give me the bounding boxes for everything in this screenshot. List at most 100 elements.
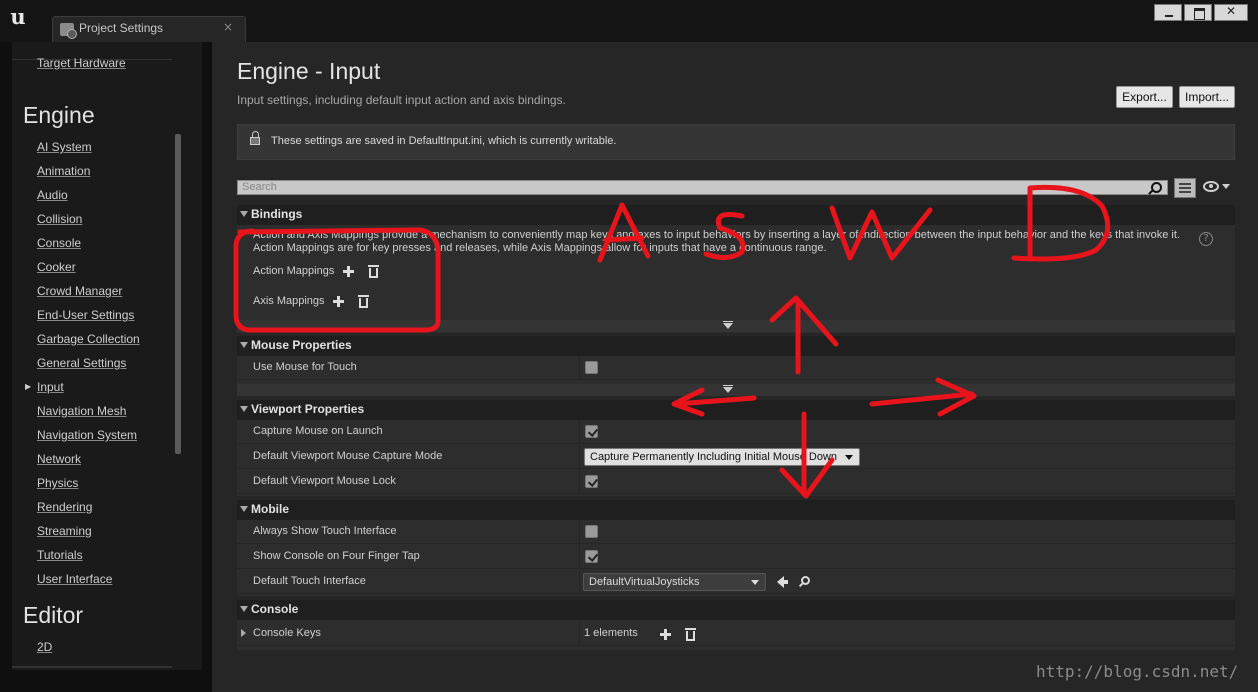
sidebar-item-cooker[interactable]: Cooker — [37, 260, 76, 274]
tab-close-icon[interactable]: × — [223, 20, 233, 34]
bindings-description: Action and Axis Mappings provide a mecha… — [253, 229, 1180, 254]
sidebar-heading-engine: Engine — [23, 102, 95, 128]
collapse-arrow-icon[interactable] — [240, 342, 248, 348]
category-bindings[interactable]: Bindings — [237, 205, 1235, 225]
sidebar-item-ai-system[interactable]: AI System — [37, 140, 92, 154]
category-title: Mobile — [251, 502, 289, 516]
selected-arrow-icon: ▶ — [25, 382, 32, 391]
column-splitter[interactable] — [579, 445, 580, 468]
maximize-button[interactable] — [1184, 4, 1212, 21]
property-row: Console Keys 1 elements — [237, 622, 1235, 646]
chevron-down-icon[interactable] — [1222, 184, 1230, 189]
search-input[interactable]: Search — [237, 180, 1168, 195]
eye-icon[interactable] — [1203, 181, 1219, 192]
sidebar-item-streaming[interactable]: Streaming — [37, 524, 92, 538]
sidebar-item-input[interactable]: Input — [37, 380, 64, 394]
delete-axis-mappings-icon[interactable] — [358, 295, 369, 308]
viewport-properties-body: Capture Mouse on Launch Default Viewport… — [237, 420, 1235, 496]
sidebar-item-tutorials[interactable]: Tutorials — [37, 548, 83, 562]
sidebar-item-navigation-system[interactable]: Navigation System — [37, 428, 137, 442]
help-icon[interactable]: ? — [1199, 232, 1213, 246]
sidebar-item-target-hardware[interactable]: Target Hardware — [37, 56, 126, 70]
tab-project-settings[interactable]: Project Settings × — [52, 16, 246, 42]
column-splitter[interactable] — [579, 356, 580, 379]
config-notice: These settings are saved in DefaultInput… — [237, 124, 1235, 160]
sidebar-item-animation[interactable]: Animation — [37, 164, 90, 178]
capture-mode-dropdown[interactable]: Capture Permanently Including Initial Mo… — [584, 448, 860, 466]
advanced-expand-bar[interactable] — [237, 320, 1235, 332]
sidebar-item-collision[interactable]: Collision — [37, 212, 82, 226]
column-splitter[interactable] — [579, 545, 580, 568]
close-button[interactable] — [1214, 4, 1248, 21]
category-viewport-properties[interactable]: Viewport Properties — [237, 400, 1235, 420]
column-splitter[interactable] — [579, 520, 580, 543]
always-show-touch-checkbox[interactable] — [585, 525, 598, 538]
import-button[interactable]: Import... — [1179, 86, 1235, 108]
sidebar-item-end-user-settings[interactable]: End-User Settings — [37, 308, 134, 322]
property-row: Show Console on Four Finger Tap — [237, 545, 1235, 569]
sidebar-item-physics[interactable]: Physics — [37, 476, 78, 490]
expand-advanced-icon[interactable] — [723, 321, 733, 329]
collapse-arrow-icon[interactable] — [240, 211, 248, 217]
expand-advanced-icon[interactable] — [723, 385, 733, 393]
chevron-down-icon — [751, 580, 759, 585]
mouse-properties-body: Use Mouse for Touch — [237, 356, 1235, 396]
advanced-expand-bar[interactable] — [237, 384, 1235, 396]
category-console[interactable]: Console — [237, 600, 1235, 620]
sidebar-item-navigation-mesh[interactable]: Navigation Mesh — [37, 404, 126, 418]
mouse-lock-label: Default Viewport Mouse Lock — [253, 475, 396, 487]
unreal-logo-icon[interactable]: u — [5, 4, 31, 30]
add-action-mapping-icon[interactable] — [343, 266, 354, 277]
add-axis-mapping-icon[interactable] — [333, 296, 344, 307]
sidebar-item-garbage-collection[interactable]: Garbage Collection — [37, 332, 140, 346]
minimize-button[interactable] — [1154, 4, 1182, 21]
console-body: Console Keys 1 elements — [237, 620, 1235, 650]
capture-mouse-on-launch-checkbox[interactable] — [585, 425, 598, 438]
chevron-down-icon — [845, 455, 853, 460]
export-button[interactable]: Export... — [1116, 86, 1173, 108]
category-title: Console — [251, 602, 299, 616]
property-row: Default Touch Interface DefaultVirtualJo… — [237, 570, 1235, 594]
divider — [12, 666, 172, 668]
settings-sidebar: Target Hardware Engine AI System Animati… — [12, 42, 202, 670]
sidebar-item-network[interactable]: Network — [37, 452, 81, 466]
settings-details-panel: Engine - Input Input settings, including… — [212, 42, 1258, 692]
add-console-key-icon[interactable] — [660, 629, 671, 640]
use-mouse-for-touch-checkbox[interactable] — [585, 361, 598, 374]
delete-action-mappings-icon[interactable] — [368, 265, 379, 278]
column-splitter[interactable] — [579, 420, 580, 443]
sidebar-item-general-settings[interactable]: General Settings — [37, 356, 126, 370]
column-splitter[interactable] — [579, 470, 580, 493]
column-splitter[interactable] — [579, 622, 580, 645]
delete-console-keys-icon[interactable] — [685, 628, 696, 641]
sidebar-scrollbar[interactable] — [175, 134, 181, 454]
collapse-arrow-icon[interactable] — [240, 506, 248, 512]
category-mouse-properties[interactable]: Mouse Properties — [237, 336, 1235, 356]
expand-row-icon[interactable] — [241, 629, 246, 637]
category-title: Bindings — [251, 207, 303, 221]
list-view-icon[interactable] — [1174, 178, 1196, 198]
use-selected-arrow-icon[interactable] — [777, 576, 788, 588]
default-touch-interface-dropdown[interactable]: DefaultVirtualJoysticks — [583, 573, 766, 591]
default-touch-interface-value: DefaultVirtualJoysticks — [589, 576, 700, 588]
unlock-icon — [250, 131, 260, 145]
column-splitter[interactable] — [579, 570, 580, 593]
always-show-touch-label: Always Show Touch Interface — [253, 525, 397, 537]
sidebar-item-audio[interactable]: Audio — [37, 188, 68, 202]
sidebar-item-crowd-manager[interactable]: Crowd Manager — [37, 284, 122, 298]
watermark: http://blog.csdn.net/ — [1036, 662, 1239, 681]
collapse-arrow-icon[interactable] — [240, 606, 248, 612]
property-row: Always Show Touch Interface — [237, 520, 1235, 544]
settings-tab-icon — [60, 23, 77, 39]
browse-search-icon[interactable] — [801, 576, 810, 585]
sidebar-item-2d[interactable]: 2D — [37, 640, 52, 654]
category-mobile[interactable]: Mobile — [237, 500, 1235, 520]
search-icon[interactable] — [1151, 182, 1162, 193]
sidebar-item-user-interface[interactable]: User Interface — [37, 572, 112, 586]
tab-label: Project Settings — [79, 21, 164, 35]
collapse-arrow-icon[interactable] — [240, 406, 248, 412]
mouse-lock-checkbox[interactable] — [585, 475, 598, 488]
sidebar-item-console[interactable]: Console — [37, 236, 81, 250]
show-console-four-finger-checkbox[interactable] — [585, 550, 598, 563]
sidebar-item-rendering[interactable]: Rendering — [37, 500, 92, 514]
